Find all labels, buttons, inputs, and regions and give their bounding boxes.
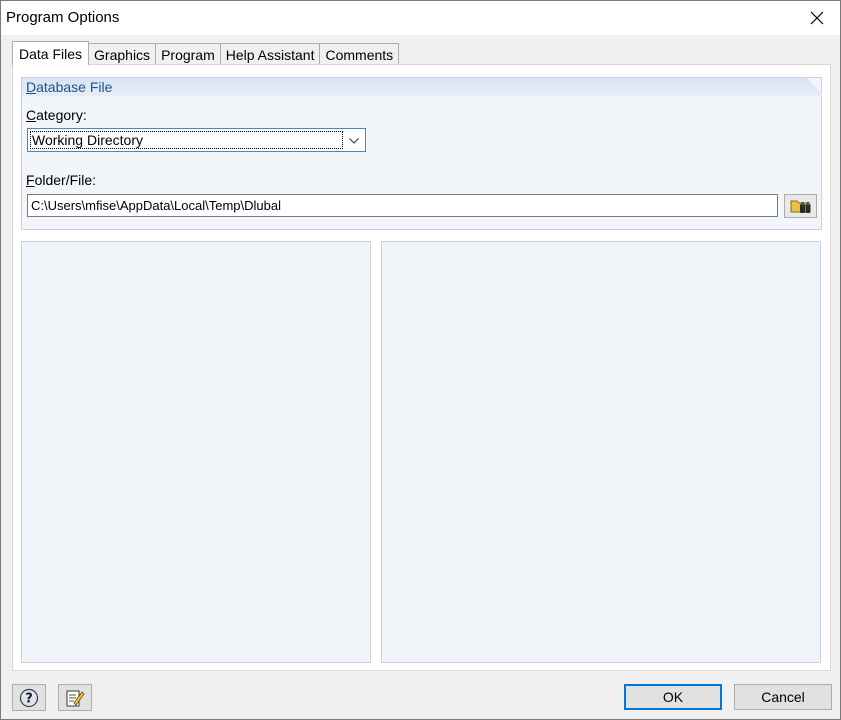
folder-file-label: Folder/File: [26, 172, 97, 188]
tab-data-files[interactable]: Data Files [12, 41, 90, 65]
folder-file-input[interactable] [27, 194, 778, 217]
svg-text:?: ? [25, 691, 33, 706]
edit-button[interactable] [58, 684, 92, 711]
chevron-down-icon[interactable] [346, 133, 362, 149]
tab-comments[interactable]: Comments [319, 43, 400, 65]
folder-binoculars-icon [790, 200, 810, 213]
close-button[interactable] [794, 1, 840, 35]
cancel-button[interactable]: Cancel [734, 684, 832, 710]
title-bar: Program Options [1, 1, 840, 35]
data-files-page: Database File Category: Working Director… [12, 64, 831, 671]
help-button[interactable]: ? [12, 684, 46, 711]
tab-graphics[interactable]: Graphics [88, 43, 157, 65]
help-icon: ? [19, 688, 39, 707]
close-icon [810, 11, 824, 25]
category-label: Category: [26, 107, 87, 123]
group-header [22, 78, 822, 96]
category-selected-value: Working Directory [30, 131, 343, 149]
left-panel [21, 241, 371, 663]
tab-strip: Data Files Graphics Program Help Assista… [12, 41, 400, 65]
browse-button[interactable] [784, 194, 817, 218]
database-file-group: Database File Category: Working Director… [21, 77, 822, 230]
ok-button[interactable]: OK [624, 684, 722, 710]
program-options-dialog: Program Options Data Files Graphics Prog… [0, 0, 841, 720]
right-panel [381, 241, 821, 663]
tab-program[interactable]: Program [155, 43, 221, 65]
category-dropdown[interactable]: Working Directory [27, 128, 366, 152]
edit-note-icon [66, 690, 85, 706]
group-title: Database File [26, 79, 113, 95]
window-title: Program Options [6, 9, 120, 26]
tab-help-assistant[interactable]: Help Assistant [219, 43, 321, 65]
